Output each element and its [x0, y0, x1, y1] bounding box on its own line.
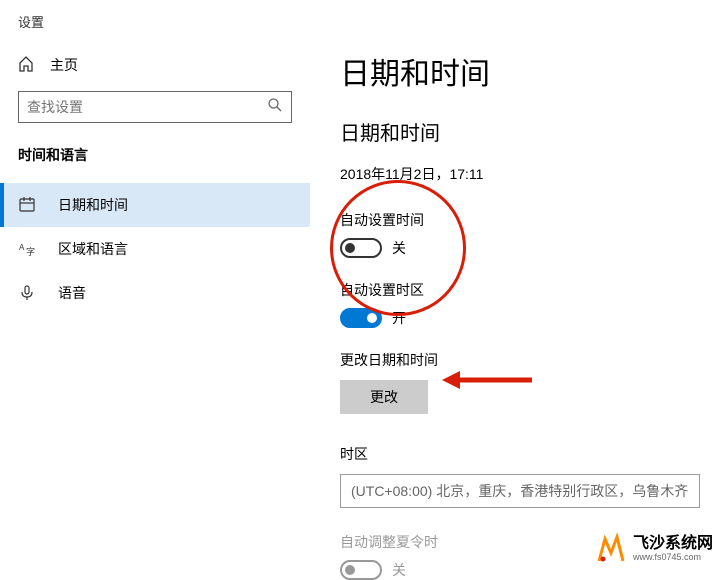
change-datetime-label: 更改日期和时间: [340, 350, 723, 370]
watermark-url: www.fs0745.com: [633, 553, 713, 563]
page-heading: 日期和时间: [340, 49, 723, 93]
dst-state: 关: [392, 560, 406, 580]
sidebar-item-region[interactable]: A字 区域和语言: [0, 227, 310, 271]
auto-time-label: 自动设置时间: [340, 210, 723, 230]
home-link[interactable]: 主页: [18, 49, 292, 91]
section-title: 时间和语言: [18, 145, 292, 165]
timezone-label: 时区: [340, 444, 723, 464]
sidebar-item-datetime[interactable]: 日期和时间: [0, 183, 310, 227]
auto-time-toggle[interactable]: [340, 238, 382, 258]
watermark-logo-icon: [595, 533, 627, 565]
calendar-icon: [18, 197, 36, 213]
auto-time-state: 关: [392, 238, 406, 258]
home-label: 主页: [50, 55, 78, 75]
timezone-value: (UTC+08:00) 北京，重庆，香港特别行政区，乌鲁木齐: [351, 481, 688, 501]
main-content: 日期和时间 日期和时间 2018年11月2日，17:11 自动设置时间 关 自动…: [310, 39, 723, 572]
auto-tz-toggle[interactable]: [340, 308, 382, 328]
dst-toggle: [340, 560, 382, 580]
microphone-icon: [18, 285, 36, 301]
auto-tz-label: 自动设置时区: [340, 280, 723, 300]
change-button[interactable]: 更改: [340, 380, 428, 414]
svg-text:A: A: [19, 243, 25, 252]
home-icon: [18, 56, 34, 75]
watermark: 飞沙系统网 www.fs0745.com: [595, 533, 713, 565]
current-datetime: 2018年11月2日，17:11: [340, 164, 723, 184]
window-title: 设置: [0, 0, 723, 39]
sidebar-item-speech[interactable]: 语音: [0, 271, 310, 315]
nav-label: 语音: [58, 283, 86, 303]
auto-tz-state: 开: [392, 308, 406, 328]
search-icon: [267, 97, 283, 118]
region-icon: A字: [18, 241, 36, 257]
watermark-title: 飞沙系统网: [633, 535, 713, 553]
nav-label: 区域和语言: [58, 239, 128, 259]
search-input[interactable]: [18, 91, 292, 123]
timezone-select[interactable]: (UTC+08:00) 北京，重庆，香港特别行政区，乌鲁木齐: [340, 474, 700, 508]
sidebar: 主页 时间和语言 日期和时间 A字 区域和语言: [0, 39, 310, 572]
search-field[interactable]: [27, 99, 267, 115]
svg-text:字: 字: [26, 246, 35, 257]
nav-label: 日期和时间: [58, 195, 128, 215]
section-heading: 日期和时间: [340, 117, 723, 146]
